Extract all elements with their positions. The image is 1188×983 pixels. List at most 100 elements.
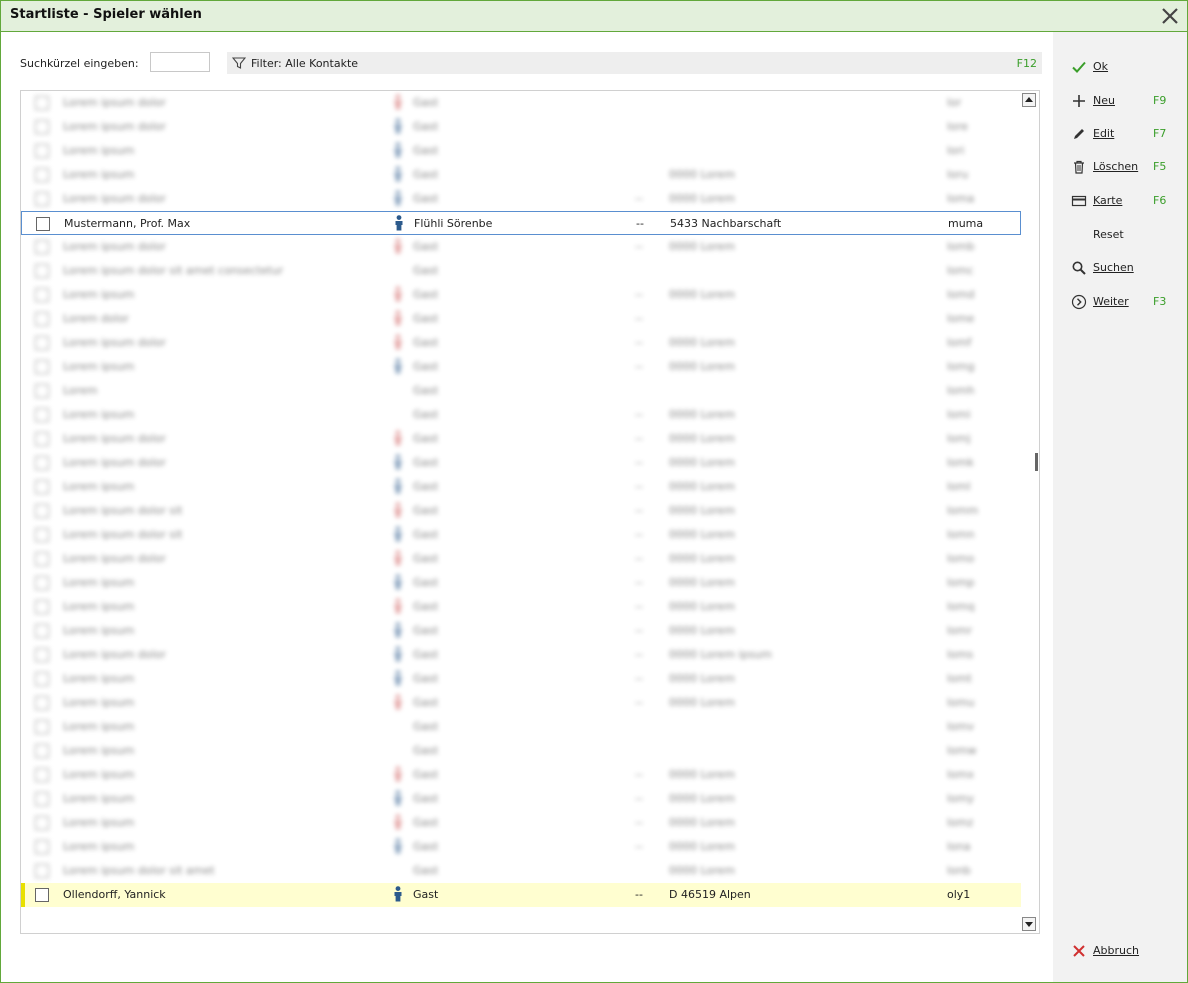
row-checkbox[interactable] — [35, 768, 49, 782]
row-checkbox[interactable] — [35, 528, 49, 542]
row-checkbox[interactable] — [35, 120, 49, 134]
table-row[interactable]: Lorem ipsum Gast -- 0000 Lorem lomg — [21, 355, 1021, 379]
club-name: Gast — [413, 288, 439, 301]
row-checkbox[interactable] — [35, 744, 49, 758]
table-row[interactable]: Lorem Gast lomh — [21, 379, 1021, 403]
table-row[interactable]: Lorem ipsum Gast -- 0000 Lorem lomz — [21, 811, 1021, 835]
table-row[interactable]: Lorem ipsum Gast lori — [21, 139, 1021, 163]
search-input[interactable] — [150, 52, 210, 72]
reset-button[interactable]: Reset — [1071, 225, 1181, 245]
short-code: lonb — [947, 864, 971, 877]
row-checkbox[interactable] — [35, 408, 49, 422]
gender-icon-cell — [393, 886, 403, 905]
edit-button[interactable]: Edit F7 — [1071, 124, 1181, 144]
loeschen-label: Löschen — [1093, 160, 1139, 173]
ok-button[interactable]: Ok — [1071, 57, 1181, 77]
table-row[interactable]: Lorem ipsum dolor Gast -- 0000 Lorem lomo — [21, 547, 1021, 571]
weiter-button[interactable]: Weiter F3 — [1071, 292, 1181, 312]
row-checkbox[interactable] — [35, 600, 49, 614]
row-checkbox[interactable] — [35, 360, 49, 374]
table-row[interactable]: Lorem ipsum dolor sit amet Gast 0000 Lorem… — [21, 859, 1021, 883]
row-checkbox[interactable] — [35, 288, 49, 302]
table-row[interactable]: Lorem ipsum Gast -- 0000 Lorem lomy — [21, 787, 1021, 811]
filter-bar[interactable]: Filter: Alle Kontakte F12 — [227, 52, 1042, 74]
scrollbar-thumb[interactable] — [1035, 453, 1038, 471]
row-checkbox[interactable] — [35, 336, 49, 350]
x-icon — [1073, 945, 1085, 957]
address: 0000 Lorem — [669, 624, 735, 637]
row-checkbox[interactable] — [36, 217, 50, 231]
table-row[interactable]: Lorem ipsum dolor Gast -- 0000 Lorem lomk — [21, 451, 1021, 475]
table-row[interactable]: Lorem ipsum dolor Gast -- 0000 Lorem loma — [21, 187, 1021, 211]
abbruch-button[interactable]: Abbruch — [1071, 941, 1181, 961]
club-name: Gast — [413, 312, 439, 325]
row-checkbox[interactable] — [35, 240, 49, 254]
row-checkbox[interactable] — [35, 864, 49, 878]
player-name: Lorem ipsum dolor — [63, 552, 166, 565]
row-checkbox[interactable] — [35, 624, 49, 638]
address: 0000 Lorem — [669, 504, 735, 517]
table-row[interactable]: Lorem ipsum Gast -- 0000 Lorem lomt — [21, 667, 1021, 691]
row-checkbox[interactable] — [35, 456, 49, 470]
table-row[interactable]: Lorem ipsum Gast -- 0000 Lorem lona — [21, 835, 1021, 859]
row-checkbox[interactable] — [35, 480, 49, 494]
row-checkbox[interactable] — [35, 552, 49, 566]
scroll-up-button[interactable] — [1022, 93, 1036, 107]
table-row[interactable]: Lorem ipsum dolor Gast -- 0000 Lorem lomf — [21, 331, 1021, 355]
table-row[interactable]: Lorem ipsum dolor Gast -- 0000 Lorem lomb — [21, 235, 1021, 259]
row-checkbox[interactable] — [35, 720, 49, 734]
table-row[interactable]: Lorem ipsum dolor Gast -- 0000 Lorem ipsum l… — [21, 643, 1021, 667]
suchen-button[interactable]: Suchen — [1071, 258, 1181, 278]
player-list[interactable]: Lorem ipsum dolor Gast lor Lorem ipsum dolo… — [20, 90, 1040, 934]
row-checkbox[interactable] — [35, 792, 49, 806]
table-row[interactable]: Lorem ipsum dolor Gast lor — [21, 91, 1021, 115]
row-checkbox[interactable] — [35, 384, 49, 398]
row-checkbox[interactable] — [35, 144, 49, 158]
table-row[interactable]: Lorem ipsum dolor sit Gast -- 0000 Lorem lom… — [21, 523, 1021, 547]
table-row[interactable]: Lorem ipsum Gast -- 0000 Lorem loml — [21, 475, 1021, 499]
row-checkbox[interactable] — [35, 576, 49, 590]
table-row[interactable]: Lorem ipsum Gast -- 0000 Lorem lomx — [21, 763, 1021, 787]
row-checkbox[interactable] — [35, 96, 49, 110]
karte-button[interactable]: Karte F6 — [1071, 191, 1181, 211]
row-checkbox[interactable] — [35, 264, 49, 278]
loeschen-button[interactable]: Löschen F5 — [1071, 157, 1181, 177]
scroll-down-button[interactable] — [1022, 917, 1036, 931]
row-checkbox[interactable] — [35, 432, 49, 446]
table-row[interactable]: Ollendorff, Yannick Gast -- D 46519 Alpen ol… — [21, 883, 1021, 907]
table-row[interactable]: Lorem ipsum dolor Gast -- 0000 Lorem lomj — [21, 427, 1021, 451]
close-icon[interactable] — [1159, 5, 1181, 27]
table-row[interactable]: Lorem ipsum Gast lomw — [21, 739, 1021, 763]
club-name: Gast — [413, 792, 439, 805]
row-checkbox[interactable] — [35, 816, 49, 830]
table-row[interactable]: Lorem ipsum dolor sit amet consectetur Ga… — [21, 259, 1021, 283]
main-panel: Suchkürzel eingeben: Filter: Alle Kontak… — [1, 32, 1053, 982]
row-checkbox[interactable] — [35, 192, 49, 206]
club-name: Gast — [413, 96, 439, 109]
table-row[interactable]: Lorem dolor Gast -- lome — [21, 307, 1021, 331]
table-row[interactable]: Lorem ipsum Gast -- 0000 Lorem lomp — [21, 571, 1021, 595]
row-checkbox[interactable] — [35, 840, 49, 854]
table-row[interactable]: Lorem ipsum Gast 0000 Lorem loru — [21, 163, 1021, 187]
row-checkbox[interactable] — [35, 888, 49, 902]
table-row[interactable]: Lorem ipsum dolor sit Gast -- 0000 Lorem lom… — [21, 499, 1021, 523]
table-row[interactable]: Lorem ipsum Gast -- 0000 Lorem lomi — [21, 403, 1021, 427]
row-checkbox[interactable] — [35, 648, 49, 662]
row-checkbox[interactable] — [35, 672, 49, 686]
table-row[interactable]: Lorem ipsum Gast -- 0000 Lorem lomu — [21, 691, 1021, 715]
neu-button[interactable]: Neu F9 — [1071, 91, 1181, 111]
table-row[interactable]: Lorem ipsum Gast -- 0000 Lorem lomr — [21, 619, 1021, 643]
row-checkbox[interactable] — [35, 504, 49, 518]
female-person-icon — [394, 238, 402, 254]
gender-icon-cell — [393, 694, 403, 713]
short-code: lor — [947, 96, 962, 109]
row-checkbox[interactable] — [35, 696, 49, 710]
row-checkbox[interactable] — [35, 312, 49, 326]
table-row[interactable]: Lorem ipsum Gast -- 0000 Lorem lomd — [21, 283, 1021, 307]
table-row[interactable]: Lorem ipsum Gast lomv — [21, 715, 1021, 739]
table-row[interactable]: Lorem ipsum Gast -- 0000 Lorem lomq — [21, 595, 1021, 619]
table-row[interactable]: Lorem ipsum dolor Gast lore — [21, 115, 1021, 139]
row-checkbox[interactable] — [35, 168, 49, 182]
address: 5433 Nachbarschaft — [670, 217, 782, 230]
table-row[interactable]: Mustermann, Prof. Max Flühli Sörenbe -- 543… — [21, 211, 1021, 235]
